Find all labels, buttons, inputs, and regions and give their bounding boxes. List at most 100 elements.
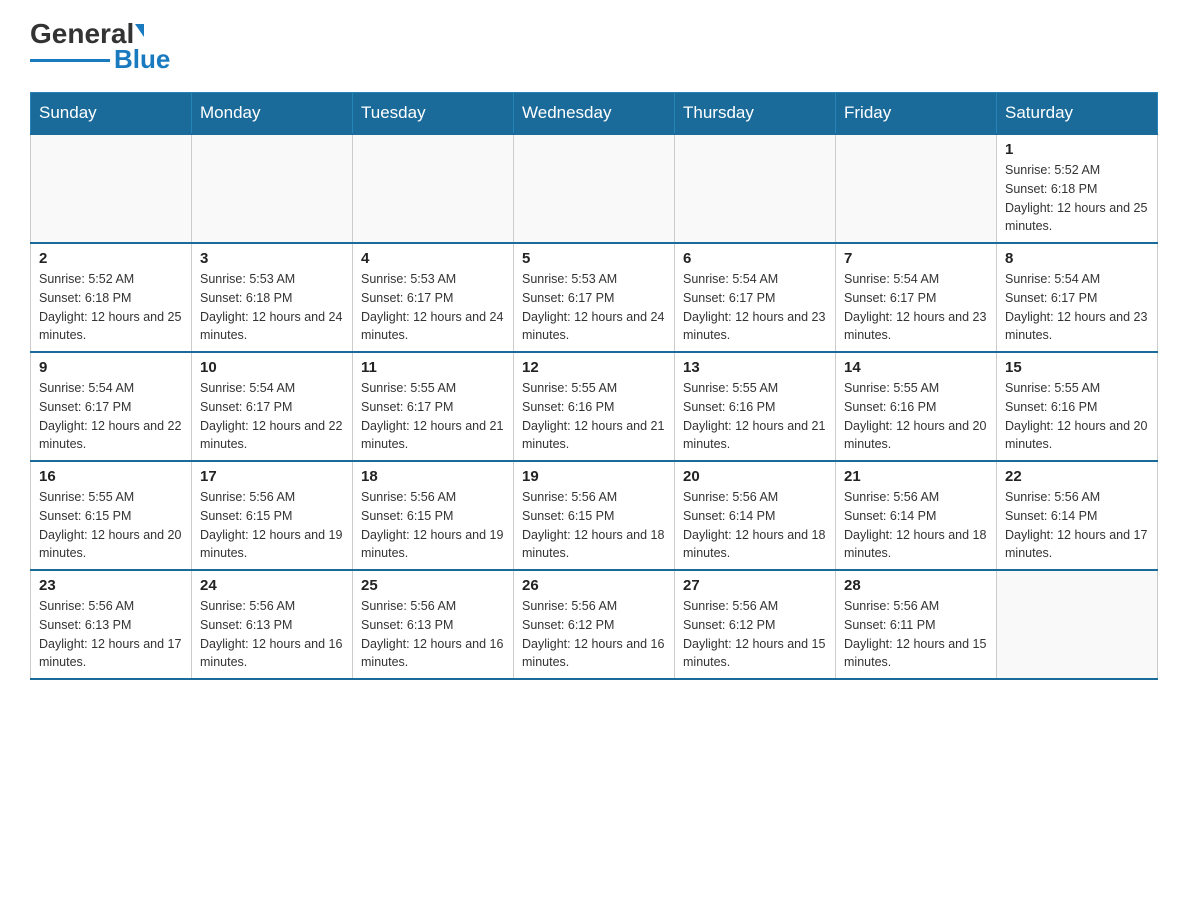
day-of-week-header: Wednesday — [514, 93, 675, 135]
calendar-cell: 15 Sunrise: 5:55 AMSunset: 6:16 PMDayligh… — [997, 352, 1158, 461]
calendar-cell — [192, 134, 353, 243]
day-info: Sunrise: 5:54 AMSunset: 6:17 PMDaylight:… — [683, 270, 827, 345]
calendar-week-row: 1 Sunrise: 5:52 AMSunset: 6:18 PMDaylight… — [31, 134, 1158, 243]
calendar-cell: 7 Sunrise: 5:54 AMSunset: 6:17 PMDaylight… — [836, 243, 997, 352]
day-info: Sunrise: 5:53 AMSunset: 6:17 PMDaylight:… — [361, 270, 505, 345]
day-number: 10 — [200, 359, 344, 376]
day-info: Sunrise: 5:55 AMSunset: 6:17 PMDaylight:… — [361, 379, 505, 454]
calendar-cell: 19 Sunrise: 5:56 AMSunset: 6:15 PMDayligh… — [514, 461, 675, 570]
logo-underline — [30, 59, 110, 62]
calendar-cell: 8 Sunrise: 5:54 AMSunset: 6:17 PMDaylight… — [997, 243, 1158, 352]
calendar-cell — [836, 134, 997, 243]
day-of-week-header: Tuesday — [353, 93, 514, 135]
day-number: 8 — [1005, 250, 1149, 267]
calendar-cell: 12 Sunrise: 5:55 AMSunset: 6:16 PMDayligh… — [514, 352, 675, 461]
day-info: Sunrise: 5:55 AMSunset: 6:16 PMDaylight:… — [1005, 379, 1149, 454]
day-number: 14 — [844, 359, 988, 376]
day-number: 2 — [39, 250, 183, 267]
day-info: Sunrise: 5:55 AMSunset: 6:16 PMDaylight:… — [844, 379, 988, 454]
day-info: Sunrise: 5:52 AMSunset: 6:18 PMDaylight:… — [1005, 161, 1149, 236]
calendar-cell: 26 Sunrise: 5:56 AMSunset: 6:12 PMDayligh… — [514, 570, 675, 679]
calendar-cell: 3 Sunrise: 5:53 AMSunset: 6:18 PMDaylight… — [192, 243, 353, 352]
calendar-cell: 23 Sunrise: 5:56 AMSunset: 6:13 PMDayligh… — [31, 570, 192, 679]
calendar-cell — [675, 134, 836, 243]
day-number: 22 — [1005, 468, 1149, 485]
day-info: Sunrise: 5:55 AMSunset: 6:15 PMDaylight:… — [39, 488, 183, 563]
calendar-header-row: SundayMondayTuesdayWednesdayThursdayFrid… — [31, 93, 1158, 135]
calendar-cell: 5Sunrise: 5:53 AMSunset: 6:17 PMDaylight… — [514, 243, 675, 352]
day-number: 13 — [683, 359, 827, 376]
day-of-week-header: Friday — [836, 93, 997, 135]
calendar-cell — [514, 134, 675, 243]
calendar-cell: 9 Sunrise: 5:54 AMSunset: 6:17 PMDaylight… — [31, 352, 192, 461]
day-info: Sunrise: 5:56 AMSunset: 6:12 PMDaylight:… — [683, 597, 827, 672]
day-info: Sunrise: 5:53 AMSunset: 6:17 PMDaylight:… — [522, 270, 666, 345]
calendar-cell: 24 Sunrise: 5:56 AMSunset: 6:13 PMDayligh… — [192, 570, 353, 679]
calendar-week-row: 9 Sunrise: 5:54 AMSunset: 6:17 PMDaylight… — [31, 352, 1158, 461]
day-number: 15 — [1005, 359, 1149, 376]
calendar-cell: 4 Sunrise: 5:53 AMSunset: 6:17 PMDaylight… — [353, 243, 514, 352]
day-number: 1 — [1005, 141, 1149, 158]
day-info: Sunrise: 5:56 AMSunset: 6:11 PMDaylight:… — [844, 597, 988, 672]
calendar-table: SundayMondayTuesdayWednesdayThursdayFrid… — [30, 92, 1158, 680]
day-info: Sunrise: 5:56 AMSunset: 6:12 PMDaylight:… — [522, 597, 666, 672]
day-info: Sunrise: 5:56 AMSunset: 6:13 PMDaylight:… — [200, 597, 344, 672]
calendar-cell — [997, 570, 1158, 679]
day-info: Sunrise: 5:56 AMSunset: 6:13 PMDaylight:… — [361, 597, 505, 672]
calendar-cell: 11 Sunrise: 5:55 AMSunset: 6:17 PMDayligh… — [353, 352, 514, 461]
calendar-cell — [31, 134, 192, 243]
day-number: 26 — [522, 577, 666, 594]
day-number: 3 — [200, 250, 344, 267]
day-number: 21 — [844, 468, 988, 485]
calendar-cell: 25 Sunrise: 5:56 AMSunset: 6:13 PMDayligh… — [353, 570, 514, 679]
day-info: Sunrise: 5:56 AMSunset: 6:14 PMDaylight:… — [844, 488, 988, 563]
calendar-week-row: 2 Sunrise: 5:52 AMSunset: 6:18 PMDaylight… — [31, 243, 1158, 352]
day-number: 19 — [522, 468, 666, 485]
day-of-week-header: Monday — [192, 93, 353, 135]
calendar-cell: 22Sunrise: 5:56 AMSunset: 6:14 PMDayligh… — [997, 461, 1158, 570]
calendar-cell: 14 Sunrise: 5:55 AMSunset: 6:16 PMDayligh… — [836, 352, 997, 461]
calendar-cell: 13 Sunrise: 5:55 AMSunset: 6:16 PMDayligh… — [675, 352, 836, 461]
day-number: 18 — [361, 468, 505, 485]
day-number: 16 — [39, 468, 183, 485]
day-info: Sunrise: 5:54 AMSunset: 6:17 PMDaylight:… — [200, 379, 344, 454]
day-info: Sunrise: 5:54 AMSunset: 6:17 PMDaylight:… — [844, 270, 988, 345]
calendar-cell: 6 Sunrise: 5:54 AMSunset: 6:17 PMDaylight… — [675, 243, 836, 352]
day-number: 25 — [361, 577, 505, 594]
day-info: Sunrise: 5:53 AMSunset: 6:18 PMDaylight:… — [200, 270, 344, 345]
day-number: 11 — [361, 359, 505, 376]
day-info: Sunrise: 5:54 AMSunset: 6:17 PMDaylight:… — [1005, 270, 1149, 345]
calendar-cell: 18Sunrise: 5:56 AMSunset: 6:15 PMDayligh… — [353, 461, 514, 570]
day-info: Sunrise: 5:56 AMSunset: 6:15 PMDaylight:… — [200, 488, 344, 563]
day-number: 6 — [683, 250, 827, 267]
calendar-cell: 17Sunrise: 5:56 AMSunset: 6:15 PMDayligh… — [192, 461, 353, 570]
calendar-cell: 16 Sunrise: 5:55 AMSunset: 6:15 PMDayligh… — [31, 461, 192, 570]
day-of-week-header: Thursday — [675, 93, 836, 135]
day-of-week-header: Sunday — [31, 93, 192, 135]
day-number: 7 — [844, 250, 988, 267]
calendar-cell: 27Sunrise: 5:56 AMSunset: 6:12 PMDayligh… — [675, 570, 836, 679]
calendar-week-row: 23 Sunrise: 5:56 AMSunset: 6:13 PMDayligh… — [31, 570, 1158, 679]
day-info: Sunrise: 5:56 AMSunset: 6:14 PMDaylight:… — [683, 488, 827, 563]
day-info: Sunrise: 5:56 AMSunset: 6:15 PMDaylight:… — [522, 488, 666, 563]
day-info: Sunrise: 5:54 AMSunset: 6:17 PMDaylight:… — [39, 379, 183, 454]
calendar-cell: 2 Sunrise: 5:52 AMSunset: 6:18 PMDaylight… — [31, 243, 192, 352]
day-number: 12 — [522, 359, 666, 376]
day-number: 20 — [683, 468, 827, 485]
day-number: 9 — [39, 359, 183, 376]
day-number: 28 — [844, 577, 988, 594]
logo-text-blue: Blue — [114, 46, 170, 72]
day-number: 4 — [361, 250, 505, 267]
day-info: Sunrise: 5:52 AMSunset: 6:18 PMDaylight:… — [39, 270, 183, 345]
calendar-cell: 10 Sunrise: 5:54 AMSunset: 6:17 PMDayligh… — [192, 352, 353, 461]
day-number: 23 — [39, 577, 183, 594]
day-info: Sunrise: 5:56 AMSunset: 6:13 PMDaylight:… — [39, 597, 183, 672]
day-number: 24 — [200, 577, 344, 594]
day-info: Sunrise: 5:55 AMSunset: 6:16 PMDaylight:… — [522, 379, 666, 454]
day-info: Sunrise: 5:55 AMSunset: 6:16 PMDaylight:… — [683, 379, 827, 454]
calendar-cell — [353, 134, 514, 243]
calendar-cell: 21 Sunrise: 5:56 AMSunset: 6:14 PMDayligh… — [836, 461, 997, 570]
logo: General Blue — [30, 20, 170, 72]
day-of-week-header: Saturday — [997, 93, 1158, 135]
calendar-cell: 1 Sunrise: 5:52 AMSunset: 6:18 PMDaylight… — [997, 134, 1158, 243]
